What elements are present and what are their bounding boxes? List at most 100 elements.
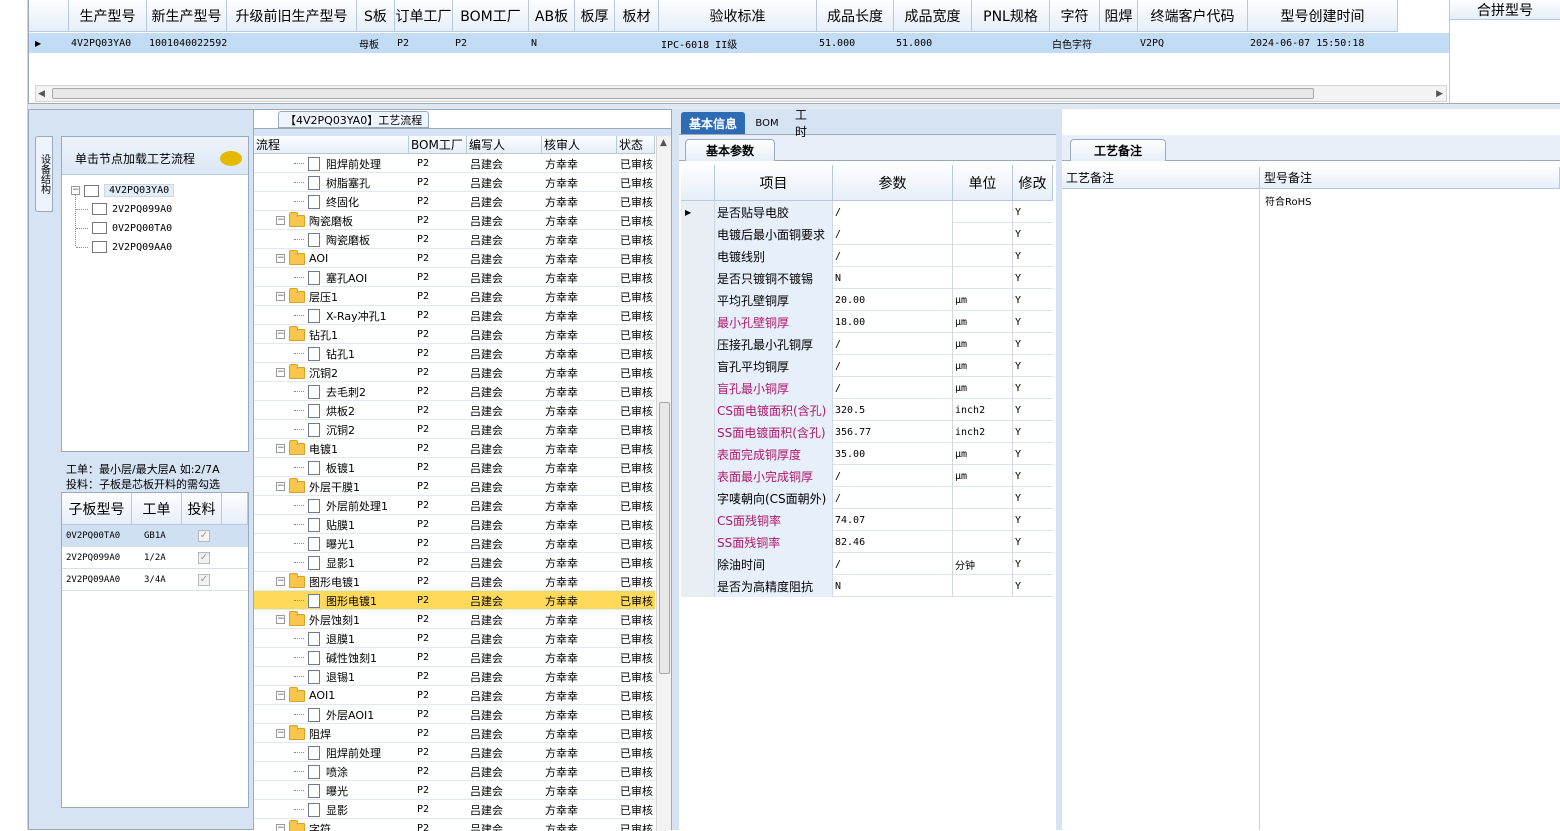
expand-icon[interactable]: − — [276, 691, 285, 700]
basic-row[interactable]: 表面完成铜厚度35.00μmY — [681, 443, 1053, 465]
process-name[interactable]: 板镀1 — [326, 460, 355, 476]
basic-row[interactable]: 盲孔最小铜厚/μmY — [681, 377, 1053, 399]
basic-row[interactable]: 最小孔壁铜厚18.00μmY — [681, 311, 1053, 333]
process-name[interactable]: 字符 — [309, 821, 331, 831]
process-step[interactable]: 终固化 — [294, 192, 409, 211]
merge-model-header[interactable]: 合拼型号 — [1449, 0, 1560, 20]
process-folder[interactable]: −电镀1 — [276, 439, 409, 458]
process-folder[interactable]: −阻焊 — [276, 724, 409, 743]
top-grid-col-header[interactable]: 字符 — [1050, 0, 1100, 32]
process-step[interactable]: 烘板2 — [294, 401, 409, 420]
process-folder[interactable]: −AOI1 — [276, 686, 409, 705]
side-tab[interactable]: 设备结构 — [35, 136, 53, 212]
process-folder[interactable]: −AOI — [276, 249, 409, 268]
tree-node[interactable]: 2V2PQ09AA0 — [76, 241, 172, 253]
process-name[interactable]: 阻焊前处理 — [326, 156, 381, 172]
expand-icon[interactable]: − — [276, 254, 285, 263]
process-step[interactable]: 外层AOI1 — [294, 705, 409, 724]
row-selector[interactable] — [681, 443, 715, 465]
basic-row[interactable]: SS面残铜率82.46Y — [681, 531, 1053, 553]
process-row[interactable]: 外层前处理1P2吕建会方幸幸已审核 — [254, 496, 655, 515]
param-value[interactable]: 74.07 — [833, 509, 953, 531]
process-step[interactable]: 树脂塞孔 — [294, 173, 409, 192]
param-value[interactable]: / — [833, 553, 953, 575]
process-name[interactable]: 退膜1 — [326, 631, 355, 647]
top-grid-cell[interactable]: N — [529, 33, 575, 53]
expand-icon[interactable]: − — [276, 615, 285, 624]
param-value[interactable]: / — [833, 333, 953, 355]
process-name[interactable]: 曝光 — [326, 783, 348, 799]
process-name[interactable]: 显影1 — [326, 555, 355, 571]
process-name[interactable]: 烘板2 — [326, 403, 355, 419]
process-name[interactable]: 陶瓷磨板 — [309, 213, 353, 229]
basic-col-header[interactable]: 参数 — [833, 165, 953, 201]
process-step[interactable]: 钻孔1 — [294, 344, 409, 363]
top-grid-col-header[interactable]: 生产型号 — [69, 0, 147, 32]
process-step[interactable]: X-Ray冲孔1 — [294, 306, 409, 325]
process-folder[interactable]: − 外层蚀刻1 — [276, 610, 409, 629]
basic-col-header[interactable]: 修改 — [1013, 165, 1053, 201]
process-remark-text[interactable] — [1062, 189, 1260, 830]
top-grid-col-header[interactable]: 型号创建时间 — [1248, 0, 1398, 32]
param-modify[interactable]: Y — [1013, 509, 1053, 531]
row-selector[interactable]: ▶ — [681, 201, 715, 223]
process-row[interactable]: 外层AOI1P2吕建会方幸幸已审核 — [254, 705, 655, 724]
top-grid-col-header[interactable]: 成品宽度 — [894, 0, 972, 32]
expand-icon[interactable]: − — [276, 368, 285, 377]
process-step[interactable]: 显影1 — [294, 553, 409, 572]
tree-node[interactable]: 2V2PQ099A0 — [76, 203, 172, 215]
process-name[interactable]: 外层蚀刻1 — [309, 612, 360, 628]
subboard-model[interactable]: 2V2PQ099A0 — [66, 547, 132, 569]
param-modify[interactable]: Y — [1013, 223, 1053, 245]
top-grid-col-header[interactable]: 终端客户代码 — [1138, 0, 1248, 32]
top-grid-col-header[interactable]: 验收标准 — [659, 0, 817, 32]
scroll-right-icon[interactable]: ▶ — [1436, 89, 1443, 99]
tab-process-remark[interactable]: 工艺备注 — [1070, 139, 1166, 161]
basic-row[interactable]: CS面电镀面积(含孔)320.5inch2Y — [681, 399, 1053, 421]
process-step[interactable]: 阻焊前处理 — [294, 743, 409, 762]
param-modify[interactable]: Y — [1013, 465, 1053, 487]
expand-icon[interactable]: − — [276, 729, 285, 738]
basic-row[interactable]: ▶是否贴导电胶/Y — [681, 201, 1053, 223]
vscroll-thumb[interactable] — [659, 402, 670, 674]
basic-row[interactable]: 电镀线别/Y — [681, 245, 1053, 267]
process-row[interactable]: −图形电镀1P2吕建会方幸幸已审核 — [254, 572, 655, 591]
process-folder[interactable]: −层压1 — [276, 287, 409, 306]
process-vscrollbar[interactable]: ▲ — [656, 136, 671, 831]
process-name[interactable]: 贴膜1 — [326, 517, 355, 533]
process-step[interactable]: 曝光1 — [294, 534, 409, 553]
top-grid-col-header[interactable]: 升级前旧生产型号 — [227, 0, 357, 32]
subboard-order[interactable]: 3/4A — [144, 569, 184, 591]
subboard-row[interactable]: 0V2PQ00TA0GB1A✓ — [62, 525, 248, 547]
process-row[interactable]: 显影1P2吕建会方幸幸已审核 — [254, 553, 655, 572]
subboard-model[interactable]: 2V2PQ09AA0 — [66, 569, 132, 591]
tree-node[interactable]: 0V2PQ00TA0 — [76, 222, 172, 234]
top-grid-cell[interactable] — [1100, 33, 1138, 53]
tab-bom[interactable]: BOM — [751, 112, 783, 134]
basic-row[interactable]: 是否为高精度阻抗NY — [681, 575, 1053, 597]
process-row[interactable]: −AOIP2吕建会方幸幸已审核 — [254, 249, 655, 268]
process-name[interactable]: 钻孔1 — [309, 327, 338, 343]
param-modify[interactable]: Y — [1013, 289, 1053, 311]
row-selector[interactable] — [681, 267, 715, 289]
process-name[interactable]: 终固化 — [326, 194, 359, 210]
row-selector[interactable] — [681, 355, 715, 377]
process-step[interactable]: 贴膜1 — [294, 515, 409, 534]
basic-row[interactable]: 压接孔最小孔铜厚/μmY — [681, 333, 1053, 355]
subboard-row[interactable]: 2V2PQ099A01/2A✓ — [62, 547, 248, 569]
top-grid-col-header[interactable]: 板厚 — [575, 0, 615, 32]
basic-row[interactable]: 表面最小完成铜厚/μmY — [681, 465, 1053, 487]
process-col-header[interactable]: BOM工厂 — [409, 136, 467, 154]
tree-node-label[interactable]: 0V2PQ00TA0 — [112, 223, 172, 234]
top-grid-cell[interactable]: 2024-06-07 15:50:18 — [1248, 33, 1398, 53]
process-step[interactable]: 碱性蚀刻1 — [294, 648, 409, 667]
process-row[interactable]: 曝光P2吕建会方幸幸已审核 — [254, 781, 655, 800]
process-row[interactable]: 去毛刺2P2吕建会方幸幸已审核 — [254, 382, 655, 401]
row-selector[interactable] — [681, 223, 715, 245]
basic-row[interactable]: 字唛朝向(CS面朝外)/Y — [681, 487, 1053, 509]
process-step[interactable]: 阻焊前处理 — [294, 154, 409, 173]
process-row[interactable]: 退膜1P2吕建会方幸幸已审核 — [254, 629, 655, 648]
param-modify[interactable]: Y — [1013, 553, 1053, 575]
top-grid-cell[interactable] — [575, 33, 615, 53]
scroll-left-icon[interactable]: ◀ — [38, 89, 45, 99]
